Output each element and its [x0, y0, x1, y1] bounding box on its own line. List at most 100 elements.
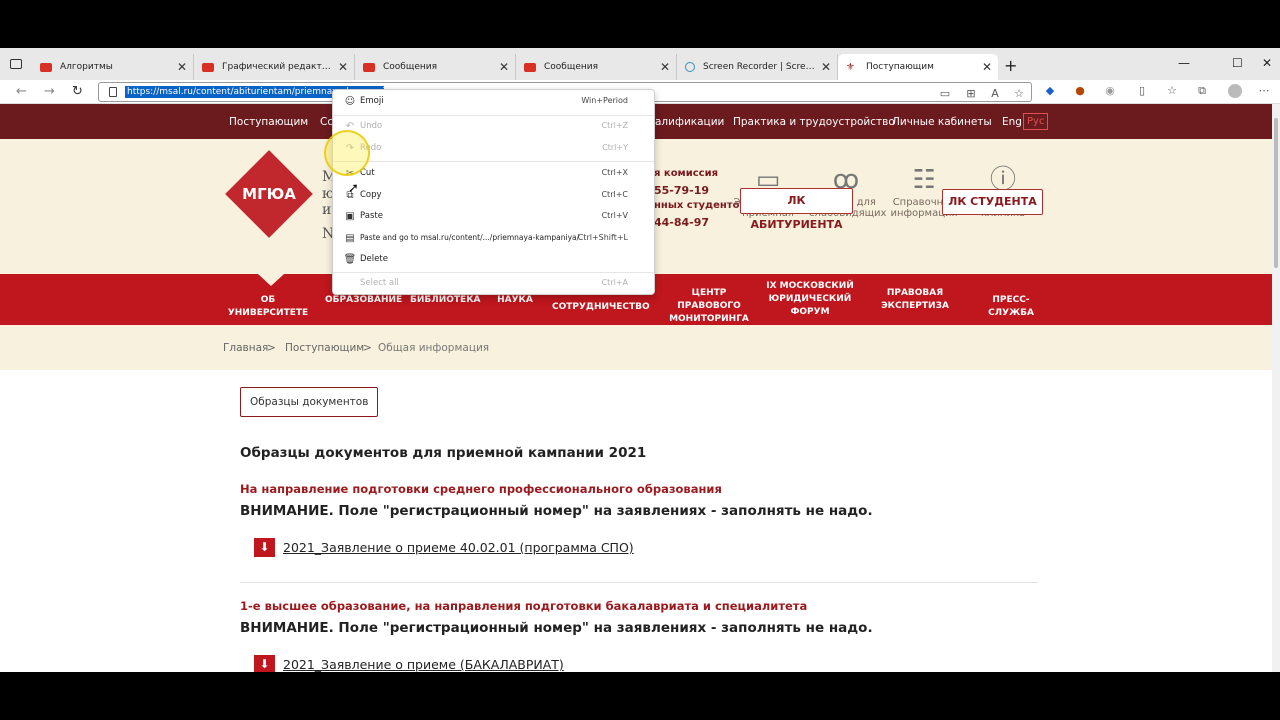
close-window-icon[interactable]: ✕ — [1262, 56, 1272, 70]
menu-icon[interactable]: ⋯ — [1258, 85, 1270, 97]
menu-press[interactable]: ПРЕСС-СЛУЖБА — [970, 294, 1052, 320]
crumb-separator: > — [363, 342, 372, 354]
ctx-separator — [333, 161, 654, 162]
ctx-label: Copy — [360, 190, 382, 200]
close-icon[interactable]: ✕ — [338, 60, 348, 74]
ctx-separator — [333, 272, 654, 273]
tab-graphic-editor[interactable]: Графический редактор: Приме... ✕ — [194, 54, 355, 80]
paste-go-icon: ▤ — [345, 233, 355, 244]
ctx-shortcut: Ctrl+C — [601, 190, 628, 199]
extension-icon[interactable]: ● — [1074, 85, 1086, 97]
lang-ru[interactable]: Рус — [1023, 113, 1049, 130]
document-link-text[interactable]: 2021_Заявление о приеме (БАКАЛАВРИАТ) — [283, 657, 564, 672]
download-icon[interactable]: ⬇ — [254, 655, 275, 672]
tab-title: Screen Recorder | Screencast-O... — [703, 62, 837, 72]
ctx-emoji[interactable]: ☺ Emoji Win+Period — [333, 92, 654, 113]
lk-student-button[interactable]: ЛК СТУДЕНТА — [942, 189, 1043, 215]
logo-text: МГЮА — [242, 185, 296, 203]
apps-icon[interactable]: ⊞ — [965, 88, 977, 100]
document-samples-button[interactable]: Образцы документов — [240, 387, 379, 417]
menu-legal-expertise[interactable]: ПРАВОВАЯ ЭКСПЕРТИЗА — [878, 287, 952, 313]
watermark-logo: SCREENCAST MATIC — [11, 640, 180, 661]
ctx-paste-and-go[interactable]: ▤ Paste and go to msal.ru/content/.../pr… — [333, 229, 654, 250]
emoji-icon: ☺ — [344, 96, 356, 107]
red-box-icon — [202, 62, 214, 72]
top-nav-practice[interactable]: Практика и трудоустройство — [733, 116, 895, 128]
ctx-cut[interactable]: ✂ Cut Ctrl+X — [333, 164, 654, 185]
crumb-applicants[interactable]: Поступающим — [285, 342, 364, 354]
tab-messages-1[interactable]: Сообщения ✕ — [355, 54, 516, 80]
collections-icon[interactable]: ⧉ — [1196, 85, 1208, 97]
ctx-shortcut: Ctrl+Shift+L — [577, 233, 628, 242]
close-icon[interactable]: ✕ — [982, 60, 992, 74]
download-icon[interactable]: ⬇ — [254, 538, 275, 557]
document-link-text[interactable]: 2021_Заявление о приеме 40.02.01 (програ… — [283, 540, 634, 555]
maximize-icon[interactable]: ☐ — [1232, 56, 1243, 70]
close-icon[interactable]: ✕ — [821, 60, 831, 74]
top-nav-qualifications[interactable]: алификации — [655, 116, 724, 128]
lk-applicant-button[interactable]: ЛК АБИТУРИЕНТА — [740, 188, 853, 231]
admissions-label: я комиссия — [654, 168, 719, 179]
tab-title: Графический редактор: Приме... — [222, 62, 354, 72]
crumb-home[interactable]: Главная — [223, 342, 268, 354]
red-box-icon — [524, 62, 536, 72]
forward-icon[interactable]: → — [44, 84, 55, 99]
translate-icon[interactable]: A — [989, 88, 1001, 100]
lock-icon[interactable] — [109, 87, 117, 97]
ctx-copy[interactable]: ⧉ Copy Ctrl+C — [333, 186, 654, 207]
crumb-current: Общая информация — [378, 342, 490, 354]
screencast-watermark: RECORDED WITH SCREENCAST MATIC — [11, 632, 180, 661]
ctx-shortcut: Ctrl+A — [601, 278, 628, 287]
document-link[interactable]: ⬇ 2021_Заявление о приеме 40.02.01 (прог… — [254, 538, 634, 557]
recorder-icon — [685, 62, 695, 72]
ctx-label: Emoji — [360, 96, 384, 106]
minimize-icon[interactable]: — — [1178, 56, 1190, 70]
back-icon[interactable]: ← — [16, 84, 27, 99]
menu-about[interactable]: ОБ УНИВЕРСИТЕТЕ — [226, 294, 310, 320]
read-aloud-icon[interactable]: ▭ — [939, 88, 951, 100]
tab-title: Сообщения — [544, 62, 599, 72]
watermark-left-text: SCREENCAST — [11, 642, 108, 658]
extension-icon[interactable]: ◆ — [1044, 85, 1056, 97]
ctx-redo: ↷ Redo Ctrl+Y — [333, 139, 654, 160]
split-screen-icon[interactable]: ▯ — [1136, 85, 1148, 97]
extension-icon[interactable]: ◉ — [1104, 85, 1116, 97]
university-name: и — [322, 202, 332, 218]
tab-applicants[interactable]: ⚜ Поступающим ✕ — [838, 54, 998, 80]
avatar[interactable] — [1228, 84, 1242, 98]
new-tab-button[interactable]: + — [1004, 56, 1017, 75]
lang-en[interactable]: Eng — [1002, 116, 1022, 128]
top-nav-applicants[interactable]: Поступающим — [229, 116, 308, 128]
site-icon: ⚜ — [846, 61, 855, 73]
students-phone[interactable]: 44-84-97 — [654, 216, 709, 229]
favorites-icon[interactable]: ☆ — [1166, 85, 1178, 97]
ctx-label: Undo — [360, 121, 383, 131]
top-nav-personal-accounts[interactable]: Личные кабинеты — [892, 116, 992, 128]
close-icon[interactable]: ✕ — [499, 60, 509, 74]
document-link[interactable]: ⬇ 2021_Заявление о приеме (БАКАЛАВРИАТ) — [254, 655, 564, 672]
reload-icon[interactable]: ↻ — [72, 84, 83, 99]
mouse-cursor-icon: ➚ — [348, 181, 359, 196]
admissions-phone[interactable]: 55-79-19 — [654, 184, 709, 197]
tab-screen-recorder[interactable]: Screen Recorder | Screencast-O... ✕ — [677, 54, 838, 80]
ctx-paste[interactable]: ▣ Paste Ctrl+V — [333, 207, 654, 228]
tab-messages-2[interactable]: Сообщения ✕ — [516, 54, 677, 80]
watermark-small-text: RECORDED WITH — [11, 632, 72, 640]
scrollbar-thumb[interactable] — [1274, 118, 1278, 268]
ctx-delete[interactable]: 🗑 Delete — [333, 250, 654, 271]
menu-library[interactable]: БИБЛИОТЕКА — [410, 294, 481, 307]
menu-science[interactable]: НАУКА — [490, 294, 540, 307]
menu-cooperation[interactable]: СОТРУДНИЧЕСТВО — [552, 301, 650, 314]
tab-algorithms[interactable]: Алгоритмы ✕ — [32, 54, 194, 80]
ctx-shortcut: Ctrl+X — [601, 168, 628, 177]
menu-law-forum[interactable]: IX МОСКОВСКИЙ ЮРИДИЧЕСКИЙ ФОРУМ — [764, 280, 856, 319]
ctx-separator — [333, 115, 654, 116]
screen: Алгоритмы ✕ Графический редактор: Приме.… — [0, 48, 1280, 672]
close-icon[interactable]: ✕ — [660, 60, 670, 74]
tab-actions-icon[interactable] — [10, 59, 22, 69]
favorite-star-icon[interactable]: ☆ — [1013, 88, 1025, 100]
close-icon[interactable]: ✕ — [177, 60, 187, 74]
page-scrollbar[interactable] — [1272, 104, 1280, 672]
menu-education[interactable]: ОБРАЗОВАНИЕ — [325, 294, 402, 307]
menu-legal-monitoring[interactable]: ЦЕНТР ПРАВОВОГО МОНИТОРИНГА — [660, 287, 758, 326]
